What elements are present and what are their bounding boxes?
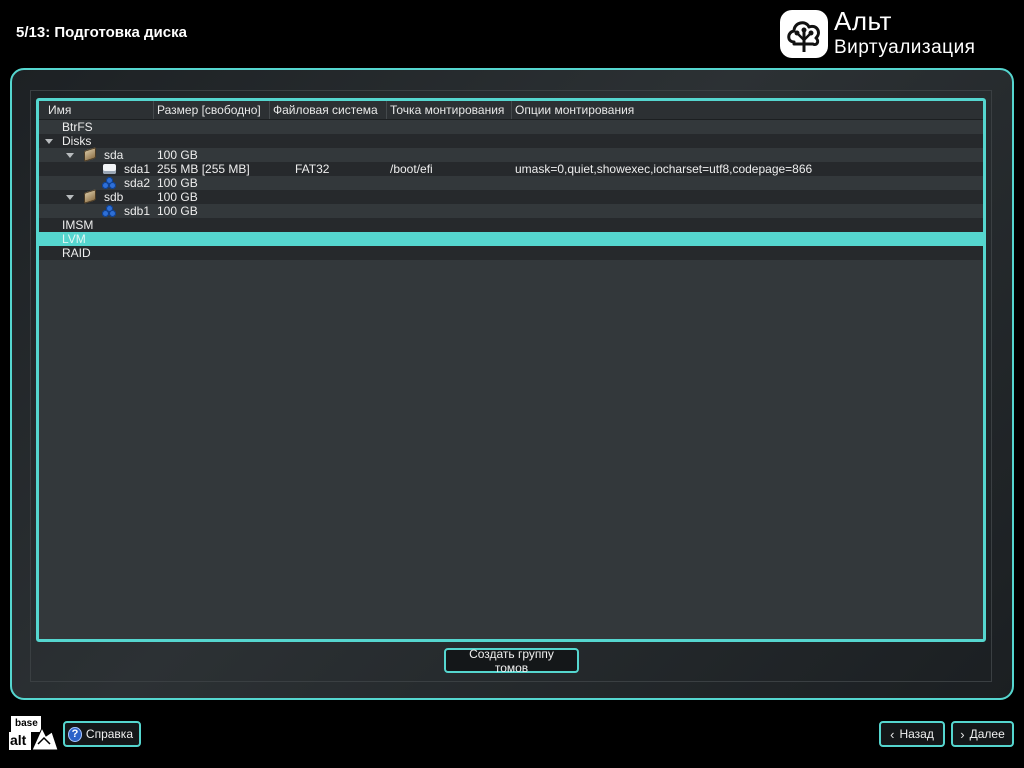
tree-row-imsm[interactable]: IMSM (39, 218, 983, 232)
row-name: sdb (104, 190, 124, 204)
row-name: LVM (62, 232, 86, 246)
row-size: 100 GB (157, 204, 198, 218)
tree-row-raid[interactable]: RAID (39, 246, 983, 260)
row-filesystem: FAT32 (295, 162, 330, 176)
row-size: 255 MB [255 MB] (157, 162, 250, 176)
row-name: Disks (62, 134, 92, 148)
help-button-label: Справка (85, 727, 133, 741)
chevron-left-icon: ‹ (890, 726, 895, 742)
partition-blue-icon (102, 205, 117, 217)
tree-row-sdb[interactable]: sdb 100 GB (39, 189, 983, 204)
expand-arrow-icon[interactable] (66, 153, 74, 158)
column-header-name[interactable]: Имя (39, 101, 154, 119)
row-name: sda (104, 148, 124, 162)
row-size: 100 GB (157, 176, 198, 190)
cloud-tree-logo-icon (780, 10, 828, 58)
basealt-logo-line2: alt (10, 732, 27, 748)
column-header-mountpoint[interactable]: Точка монтирования (387, 101, 512, 119)
partition-blue-icon (102, 177, 117, 189)
row-name: RAID (62, 246, 91, 260)
partition-tree[interactable]: Имя Размер [свободно] Файловая система Т… (36, 98, 986, 642)
next-button[interactable]: › Далее (951, 721, 1014, 747)
tree-row-sdb1[interactable]: sdb1 100 GB (39, 204, 983, 218)
help-button[interactable]: ? Справка (63, 721, 141, 747)
alt-virtualization-logo: Альт Виртуализация (780, 6, 1010, 62)
tree-row-disks[interactable]: Disks (39, 134, 983, 148)
tree-row-lvm[interactable]: LVM (39, 232, 983, 246)
row-mount-options: umask=0,quiet,showexec,iocharset=utf8,co… (515, 162, 813, 176)
tree-row-sda1[interactable]: sda1 255 MB [255 MB] FAT32 /boot/efi uma… (39, 162, 983, 176)
help-icon: ? (68, 726, 82, 742)
create-volume-group-button[interactable]: Создать группу томов (444, 647, 579, 675)
row-name: sda2 (124, 176, 151, 190)
partition-white-icon (103, 164, 116, 174)
row-mountpoint: /boot/efi (390, 162, 433, 176)
row-name: sdb1 (124, 204, 151, 218)
hard-disk-icon (84, 147, 96, 162)
chevron-right-icon: › (960, 726, 965, 742)
column-header-size[interactable]: Размер [свободно] (154, 101, 270, 119)
row-size: 100 GB (157, 190, 198, 204)
expand-arrow-icon[interactable] (66, 195, 74, 200)
tree-row-btrfs[interactable]: BtrFS (39, 120, 983, 134)
tree-row-sda2[interactable]: sda2 100 GB (39, 176, 983, 190)
tree-header: Имя Размер [свободно] Файловая система Т… (39, 101, 983, 120)
row-name: IMSM (62, 218, 94, 232)
back-button-label: Назад (899, 727, 934, 741)
hard-disk-icon (84, 189, 96, 204)
column-header-filesystem[interactable]: Файловая система (270, 101, 387, 119)
row-name: BtrFS (62, 120, 93, 134)
step-title: 5/13: Подготовка диска (16, 24, 187, 41)
expand-arrow-icon[interactable] (45, 139, 53, 144)
logo-subtitle: Виртуализация (834, 37, 976, 58)
next-button-label: Далее (969, 727, 1005, 741)
tree-row-sda[interactable]: sda 100 GB (39, 147, 983, 162)
logo-title: Альт (834, 6, 892, 36)
basealt-logo: base alt (8, 714, 60, 754)
row-name: sda1 (124, 162, 151, 176)
column-header-mount-options[interactable]: Опции монтирования (512, 101, 983, 119)
row-size: 100 GB (157, 148, 198, 162)
back-button[interactable]: ‹ Назад (879, 721, 945, 747)
basealt-logo-line1: base (15, 718, 38, 729)
